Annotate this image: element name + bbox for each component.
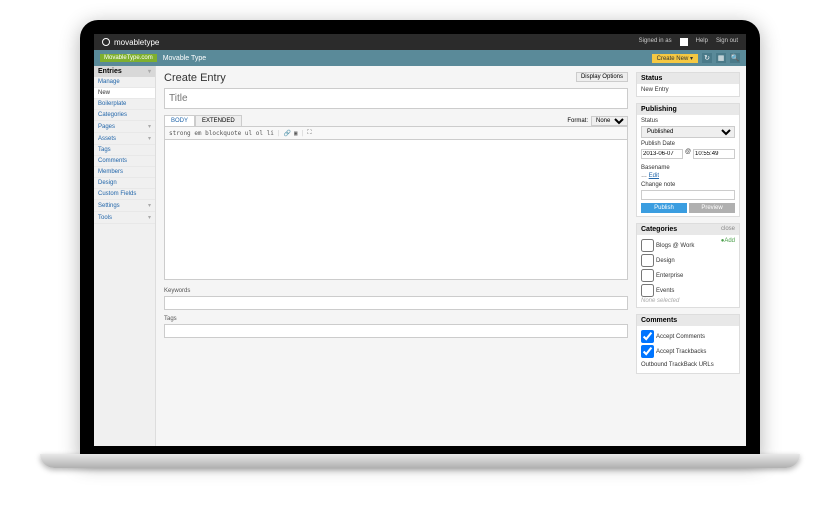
categories-close-link[interactable]: close — [721, 226, 735, 233]
sidebar-item-categories[interactable]: Categories — [94, 110, 155, 121]
nav-title[interactable]: Movable Type — [163, 55, 206, 62]
tab-body[interactable]: BODY — [164, 115, 195, 126]
editor-toolbar: strong em blockquote ul ol li | 🔗 ▣ | ⛶ — [164, 127, 628, 140]
none-selected-text: None selected — [641, 298, 735, 304]
laptop-base — [40, 454, 800, 468]
category-item[interactable]: Blogs @ Work — [641, 238, 721, 253]
nav-site-badge[interactable]: MovableType.com — [100, 54, 157, 62]
format-select[interactable]: None — [591, 116, 628, 126]
pub-status-select[interactable]: Published — [641, 126, 735, 138]
brand[interactable]: movabletype — [102, 38, 159, 47]
fullscreen-icon[interactable]: ⛶ — [307, 129, 311, 137]
toolbar-em[interactable]: em — [194, 130, 201, 137]
search-icon[interactable]: 🔍 — [730, 53, 740, 63]
toolbar-ul[interactable]: ul — [245, 130, 252, 137]
publishing-panel: Publishing Status Published Publish Date… — [636, 103, 740, 217]
brand-text: movabletype — [114, 38, 159, 47]
toolbar-blockquote[interactable]: blockquote — [205, 130, 241, 137]
pub-date-input[interactable] — [641, 149, 683, 159]
publish-button[interactable]: Publish — [641, 203, 687, 213]
sidebar-item-tools[interactable]: Tools▾ — [94, 212, 155, 224]
main-panel: Display Options Create Entry BODY EXTEND… — [156, 66, 636, 446]
outbound-label: Outbound TrackBack URLs — [641, 362, 735, 368]
sidebar-item-boilerplate[interactable]: Boilerplate — [94, 99, 155, 110]
toolbar-ol[interactable]: ol — [256, 130, 263, 137]
content-area: Entries▾ ManageNewBoilerplateCategoriesP… — [94, 66, 746, 446]
help-link[interactable]: Help — [696, 38, 708, 46]
sidebar-item-new[interactable]: New — [94, 88, 155, 99]
pub-date-label: Publish Date — [641, 141, 735, 147]
display-options-button[interactable]: Display Options — [576, 72, 628, 82]
changenote-input[interactable] — [641, 190, 735, 200]
toolbar-li[interactable]: li — [267, 130, 274, 137]
status-panel: Status New Entry — [636, 72, 740, 97]
keywords-label: Keywords — [164, 288, 628, 294]
sidebar-item-custom-fields[interactable]: Custom Fields — [94, 189, 155, 200]
image-icon[interactable]: ▣ — [294, 130, 298, 137]
sidebar-item-comments[interactable]: Comments — [94, 156, 155, 167]
format-label: Format: — [567, 118, 588, 124]
right-sidebar: Status New Entry Publishing Status Publi… — [636, 66, 746, 446]
refresh-icon[interactable]: ↻ — [702, 53, 712, 63]
sidebar-item-tags[interactable]: Tags — [94, 145, 155, 156]
create-new-button[interactable]: Create New ▾ — [652, 54, 698, 63]
top-links: Signed in as Help Sign out — [639, 38, 738, 46]
category-item[interactable]: Design — [641, 253, 721, 268]
sidebar-item-pages[interactable]: Pages▾ — [94, 121, 155, 133]
pub-status-label: Status — [641, 118, 735, 124]
toolbar-strong[interactable]: strong — [169, 130, 191, 137]
sidebar-item-manage[interactable]: Manage — [94, 77, 155, 88]
entry-title-input[interactable] — [164, 88, 628, 109]
comments-panel: Comments Accept Comments Accept Trackbac… — [636, 314, 740, 374]
screen: movabletype Signed in as Help Sign out M… — [94, 34, 746, 446]
changenote-label: Change note — [641, 182, 735, 188]
accept-trackbacks-checkbox[interactable] — [641, 345, 654, 358]
user-avatar-icon[interactable] — [680, 38, 688, 46]
chevron-down-icon: ▾ — [148, 68, 151, 75]
page-title: Create Entry — [164, 72, 628, 84]
category-item[interactable]: Enterprise — [641, 268, 721, 283]
editor-tabs: BODY EXTENDED Format: None — [164, 115, 628, 127]
add-category-link[interactable]: ●Add — [721, 238, 735, 244]
sidebar-item-settings[interactable]: Settings▾ — [94, 200, 155, 212]
tags-input[interactable] — [164, 324, 628, 338]
sidebar-item-design[interactable]: Design — [94, 178, 155, 189]
signout-link[interactable]: Sign out — [716, 38, 738, 46]
tags-label: Tags — [164, 316, 628, 322]
topbar: movabletype Signed in as Help Sign out — [94, 34, 746, 50]
pub-time-input[interactable] — [693, 149, 735, 159]
categories-panel: Categoriesclose ●Add Blogs @ WorkDesignE… — [636, 223, 740, 308]
category-item[interactable]: Events — [641, 283, 721, 298]
tab-extended[interactable]: EXTENDED — [195, 115, 242, 126]
navbar: MovableType.com Movable Type Create New … — [94, 50, 746, 66]
preview-button[interactable]: Preview — [689, 203, 735, 213]
basename-edit-link[interactable]: Edit — [649, 173, 659, 179]
laptop-frame: movabletype Signed in as Help Sign out M… — [80, 20, 760, 460]
status-panel-header: Status — [637, 73, 739, 84]
sidebar-item-members[interactable]: Members — [94, 167, 155, 178]
brand-icon — [102, 38, 110, 46]
link-icon[interactable]: 🔗 — [284, 130, 291, 137]
grid-icon[interactable]: ▦ — [716, 53, 726, 63]
sidebar-header[interactable]: Entries▾ — [94, 66, 155, 77]
status-value: New Entry — [641, 87, 669, 93]
keywords-input[interactable] — [164, 296, 628, 310]
sidebar-item-assets[interactable]: Assets▾ — [94, 133, 155, 145]
signed-in-text: Signed in as — [639, 38, 672, 46]
accept-comments-checkbox[interactable] — [641, 330, 654, 343]
sidebar: Entries▾ ManageNewBoilerplateCategoriesP… — [94, 66, 156, 446]
editor-textarea[interactable] — [164, 140, 628, 280]
basename-label: Basename — [641, 165, 735, 171]
